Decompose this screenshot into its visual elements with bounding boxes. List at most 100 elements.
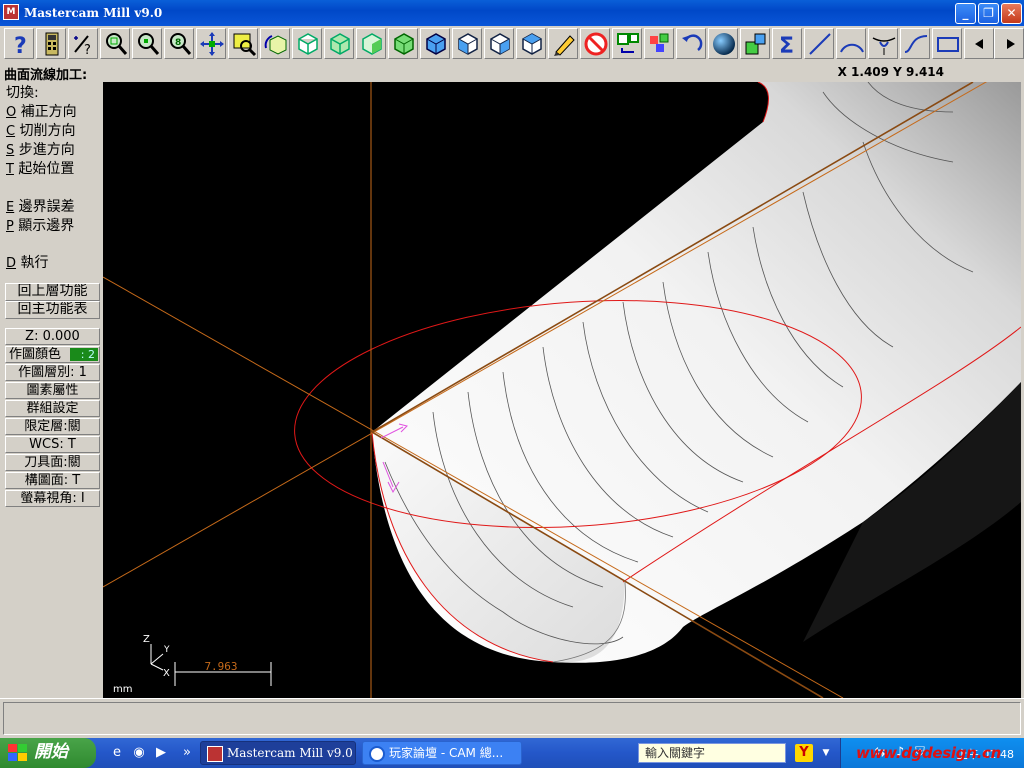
close-button[interactable]: ✕	[1001, 3, 1022, 24]
layers-button[interactable]	[644, 28, 674, 59]
svg-text:8: 8	[175, 38, 181, 48]
minimize-button[interactable]: _	[955, 3, 976, 24]
cube-top-button[interactable]	[292, 28, 322, 59]
rectangle-icon	[937, 37, 959, 52]
undo-button[interactable]	[676, 28, 706, 59]
rotate-button[interactable]	[260, 28, 290, 59]
svg-text:Σ: Σ	[779, 34, 794, 58]
cube-blue-iso-button[interactable]	[516, 28, 546, 59]
zoom-button[interactable]	[100, 28, 130, 59]
unzoom-button[interactable]	[132, 28, 162, 59]
scale-value: 7.963	[204, 660, 237, 673]
start-button[interactable]: 開始	[0, 738, 96, 768]
fit-icon: 8	[170, 33, 192, 55]
menu-item-step-direction[interactable]: S 步進方向	[6, 139, 75, 159]
watermark: www.dgdesign.cn	[856, 744, 1001, 762]
tool-plane-button[interactable]: 刀具面:關	[5, 454, 100, 471]
menu-header: 切換:	[6, 85, 39, 101]
graphics-viewport[interactable]: Z Y X 7.963 mm	[103, 82, 1021, 698]
color-chip: : 2	[70, 348, 98, 361]
taskbar-item-mastercam[interactable]: Mastercam Mill v9.0	[200, 741, 356, 765]
spline-button[interactable]	[900, 28, 930, 59]
cube-blue-front-icon	[458, 33, 478, 55]
cube-blue-side-button[interactable]	[484, 28, 514, 59]
arc-button[interactable]	[836, 28, 866, 59]
scroll-left-button[interactable]	[964, 28, 994, 59]
group-button[interactable]	[740, 28, 770, 59]
pan-button[interactable]	[196, 28, 226, 59]
browser-icon	[369, 746, 385, 762]
scroll-right-button[interactable]	[994, 28, 1024, 59]
transform-icon	[617, 33, 639, 53]
prompt-text: 曲面流線加工:	[4, 68, 88, 83]
media-quicklaunch-icon[interactable]: ▶	[152, 744, 170, 762]
calculator-button[interactable]	[36, 28, 66, 59]
cube-iso-button[interactable]	[388, 28, 418, 59]
level-button[interactable]: 作圖層別: 1	[5, 364, 100, 381]
cube-blue-side-icon	[490, 33, 510, 55]
pencil-button[interactable]	[548, 28, 578, 59]
calculator-icon	[45, 32, 59, 56]
construction-plane-button[interactable]: 構圖面: T	[5, 472, 100, 489]
mask-button[interactable]: 限定層:關	[5, 418, 100, 435]
menu-item-show-boundary[interactable]: P 顯示邊界	[6, 215, 74, 235]
svg-text:?: ?	[84, 43, 91, 58]
rectangle-button[interactable]	[932, 28, 962, 59]
menu-item-start-position[interactable]: T 起始位置	[6, 158, 74, 178]
zoom-icon	[106, 33, 128, 55]
model-drawing: Z Y X 7.963 mm	[103, 82, 1021, 698]
menu-item-boundary-tolerance[interactable]: E 邊界誤差	[6, 196, 75, 216]
menu-item-execute[interactable]: D 執行	[6, 252, 48, 272]
cube-blue-top-icon	[426, 33, 446, 55]
pencil-icon	[554, 35, 575, 56]
fit-button[interactable]: 8	[164, 28, 194, 59]
fillet-button[interactable]	[868, 28, 898, 59]
sphere-button[interactable]	[708, 28, 738, 59]
svg-text:?: ?	[14, 34, 27, 58]
windows-logo-icon	[8, 744, 27, 761]
axis-label-z: Z	[143, 634, 150, 645]
more-quicklaunch-icon[interactable]: »	[178, 744, 196, 762]
line-button[interactable]	[804, 28, 834, 59]
line-icon	[809, 33, 831, 55]
yahoo-icon[interactable]: Y	[795, 744, 813, 762]
window-title: Mastercam Mill v9.0	[24, 6, 163, 20]
maximize-button[interactable]: ❐	[978, 3, 999, 24]
undo-icon	[682, 34, 703, 51]
status-message-area	[3, 702, 1021, 735]
no-entry-button[interactable]	[580, 28, 610, 59]
firefox-quicklaunch-icon[interactable]: ◉	[130, 744, 148, 762]
analyze-button[interactable]: ?	[68, 28, 98, 59]
taskbar-item-forum[interactable]: 玩家論壇 - CAM 總...	[362, 741, 522, 765]
app-icon[interactable]: M	[3, 4, 19, 20]
help-button[interactable]: ?	[4, 28, 34, 59]
side-menu: 切換: O 補正方向 C 切削方向 S 步進方向 T 起始位置 E 邊界誤差 P…	[0, 82, 102, 698]
main-menu-button[interactable]: 回主功能表	[5, 301, 100, 319]
analyze-icon: ?	[74, 35, 91, 58]
cube-front-button[interactable]	[324, 28, 354, 59]
cube-blue-top-button[interactable]	[420, 28, 450, 59]
cube-blue-front-button[interactable]	[452, 28, 482, 59]
menu-item-offset[interactable]: O 補正方向	[6, 101, 77, 121]
layers-icon	[650, 33, 669, 52]
groups-button[interactable]: 群組設定	[5, 400, 100, 417]
color-button[interactable]: 作圖顏色 : 2	[5, 346, 100, 363]
z-depth-button[interactable]: Z: 0.000	[5, 328, 100, 345]
menu-item-cut-direction[interactable]: C 切削方向	[6, 120, 76, 140]
dropdown-arrow-icon[interactable]: ▼	[817, 744, 835, 762]
select-button[interactable]	[228, 28, 258, 59]
spline-icon	[904, 35, 928, 53]
arc-icon	[840, 43, 864, 53]
keyword-search-input[interactable]: 輸入關鍵字	[638, 743, 786, 763]
graphics-view-button[interactable]: 螢幕視角: I	[5, 490, 100, 507]
axis-label-y: Y	[163, 645, 170, 655]
sphere-icon	[713, 33, 735, 55]
no-entry-icon	[584, 32, 608, 56]
wcs-button[interactable]: WCS: T	[5, 436, 100, 453]
cube-side-button[interactable]	[356, 28, 386, 59]
sigma-button[interactable]: Σ	[772, 28, 802, 59]
back-button[interactable]: 回上層功能	[5, 283, 100, 301]
transform-button[interactable]	[612, 28, 642, 59]
attributes-button[interactable]: 圖素屬性	[5, 382, 100, 399]
ie-quicklaunch-icon[interactable]: e	[108, 744, 126, 762]
